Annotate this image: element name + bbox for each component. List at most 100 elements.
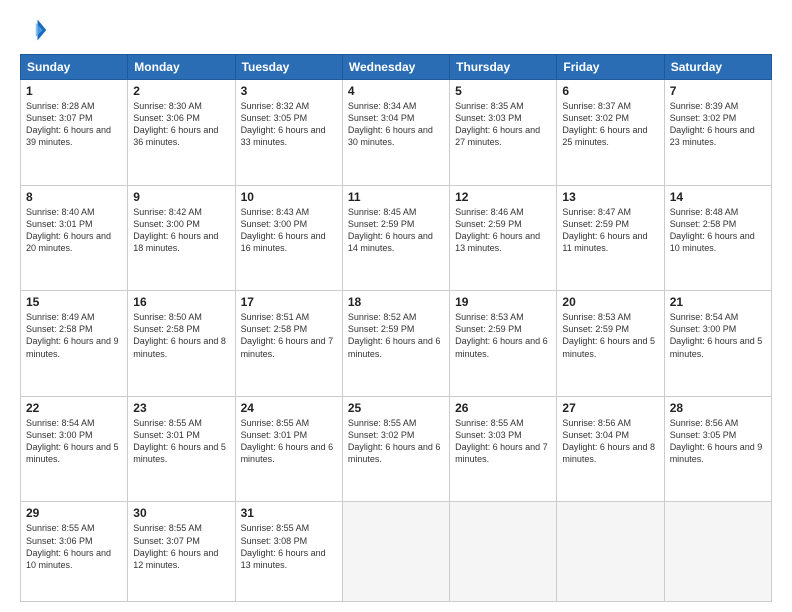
day-info: Sunrise: 8:30 AMSunset: 3:06 PMDaylight:… (133, 101, 218, 147)
day-number: 15 (26, 295, 122, 309)
calendar-day: 9 Sunrise: 8:42 AMSunset: 3:00 PMDayligh… (128, 185, 235, 291)
calendar-weekday: Friday (557, 55, 664, 80)
day-number: 22 (26, 401, 122, 415)
calendar-day: 15 Sunrise: 8:49 AMSunset: 2:58 PMDaylig… (21, 291, 128, 397)
day-number: 1 (26, 84, 122, 98)
calendar-day: 18 Sunrise: 8:52 AMSunset: 2:59 PMDaylig… (342, 291, 449, 397)
day-number: 3 (241, 84, 337, 98)
calendar-day: 20 Sunrise: 8:53 AMSunset: 2:59 PMDaylig… (557, 291, 664, 397)
day-info: Sunrise: 8:54 AMSunset: 3:00 PMDaylight:… (26, 418, 119, 464)
calendar-table: SundayMondayTuesdayWednesdayThursdayFrid… (20, 54, 772, 602)
day-number: 7 (670, 84, 766, 98)
calendar-day: 24 Sunrise: 8:55 AMSunset: 3:01 PMDaylig… (235, 396, 342, 502)
day-info: Sunrise: 8:53 AMSunset: 2:59 PMDaylight:… (455, 312, 548, 358)
calendar-day: 23 Sunrise: 8:55 AMSunset: 3:01 PMDaylig… (128, 396, 235, 502)
calendar-header-row: SundayMondayTuesdayWednesdayThursdayFrid… (21, 55, 772, 80)
calendar-day: 6 Sunrise: 8:37 AMSunset: 3:02 PMDayligh… (557, 80, 664, 186)
day-number: 30 (133, 506, 229, 520)
day-info: Sunrise: 8:52 AMSunset: 2:59 PMDaylight:… (348, 312, 441, 358)
day-info: Sunrise: 8:55 AMSunset: 3:06 PMDaylight:… (26, 523, 111, 569)
day-number: 18 (348, 295, 444, 309)
day-number: 28 (670, 401, 766, 415)
logo-icon (20, 16, 48, 44)
day-info: Sunrise: 8:50 AMSunset: 2:58 PMDaylight:… (133, 312, 226, 358)
logo (20, 16, 50, 44)
calendar-weekday: Sunday (21, 55, 128, 80)
day-info: Sunrise: 8:43 AMSunset: 3:00 PMDaylight:… (241, 207, 326, 253)
calendar-weekday: Wednesday (342, 55, 449, 80)
calendar-day: 17 Sunrise: 8:51 AMSunset: 2:58 PMDaylig… (235, 291, 342, 397)
day-number: 6 (562, 84, 658, 98)
calendar-day: 22 Sunrise: 8:54 AMSunset: 3:00 PMDaylig… (21, 396, 128, 502)
day-info: Sunrise: 8:32 AMSunset: 3:05 PMDaylight:… (241, 101, 326, 147)
calendar-week-row: 29 Sunrise: 8:55 AMSunset: 3:06 PMDaylig… (21, 502, 772, 602)
day-number: 31 (241, 506, 337, 520)
calendar-day: 28 Sunrise: 8:56 AMSunset: 3:05 PMDaylig… (664, 396, 771, 502)
day-number: 2 (133, 84, 229, 98)
calendar-day: 19 Sunrise: 8:53 AMSunset: 2:59 PMDaylig… (450, 291, 557, 397)
day-info: Sunrise: 8:51 AMSunset: 2:58 PMDaylight:… (241, 312, 334, 358)
day-number: 17 (241, 295, 337, 309)
calendar-day: 3 Sunrise: 8:32 AMSunset: 3:05 PMDayligh… (235, 80, 342, 186)
day-number: 13 (562, 190, 658, 204)
calendar-day (664, 502, 771, 602)
day-info: Sunrise: 8:56 AMSunset: 3:04 PMDaylight:… (562, 418, 655, 464)
header (20, 16, 772, 44)
calendar-day: 25 Sunrise: 8:55 AMSunset: 3:02 PMDaylig… (342, 396, 449, 502)
day-info: Sunrise: 8:37 AMSunset: 3:02 PMDaylight:… (562, 101, 647, 147)
calendar-day: 29 Sunrise: 8:55 AMSunset: 3:06 PMDaylig… (21, 502, 128, 602)
day-number: 14 (670, 190, 766, 204)
day-info: Sunrise: 8:54 AMSunset: 3:00 PMDaylight:… (670, 312, 763, 358)
calendar-day: 13 Sunrise: 8:47 AMSunset: 2:59 PMDaylig… (557, 185, 664, 291)
day-number: 23 (133, 401, 229, 415)
page: SundayMondayTuesdayWednesdayThursdayFrid… (0, 0, 792, 612)
day-number: 10 (241, 190, 337, 204)
day-info: Sunrise: 8:48 AMSunset: 2:58 PMDaylight:… (670, 207, 755, 253)
calendar-day: 1 Sunrise: 8:28 AMSunset: 3:07 PMDayligh… (21, 80, 128, 186)
day-number: 26 (455, 401, 551, 415)
day-number: 16 (133, 295, 229, 309)
day-number: 5 (455, 84, 551, 98)
day-number: 8 (26, 190, 122, 204)
calendar-day (557, 502, 664, 602)
day-info: Sunrise: 8:47 AMSunset: 2:59 PMDaylight:… (562, 207, 647, 253)
day-info: Sunrise: 8:55 AMSunset: 3:01 PMDaylight:… (133, 418, 226, 464)
day-info: Sunrise: 8:55 AMSunset: 3:01 PMDaylight:… (241, 418, 334, 464)
calendar-weekday: Tuesday (235, 55, 342, 80)
calendar-day: 2 Sunrise: 8:30 AMSunset: 3:06 PMDayligh… (128, 80, 235, 186)
day-number: 11 (348, 190, 444, 204)
day-info: Sunrise: 8:46 AMSunset: 2:59 PMDaylight:… (455, 207, 540, 253)
calendar-weekday: Thursday (450, 55, 557, 80)
day-number: 4 (348, 84, 444, 98)
calendar-day: 31 Sunrise: 8:55 AMSunset: 3:08 PMDaylig… (235, 502, 342, 602)
calendar-day: 30 Sunrise: 8:55 AMSunset: 3:07 PMDaylig… (128, 502, 235, 602)
day-info: Sunrise: 8:39 AMSunset: 3:02 PMDaylight:… (670, 101, 755, 147)
day-info: Sunrise: 8:42 AMSunset: 3:00 PMDaylight:… (133, 207, 218, 253)
calendar-day: 26 Sunrise: 8:55 AMSunset: 3:03 PMDaylig… (450, 396, 557, 502)
calendar-day: 21 Sunrise: 8:54 AMSunset: 3:00 PMDaylig… (664, 291, 771, 397)
day-number: 29 (26, 506, 122, 520)
day-number: 24 (241, 401, 337, 415)
day-info: Sunrise: 8:28 AMSunset: 3:07 PMDaylight:… (26, 101, 111, 147)
calendar-day (342, 502, 449, 602)
day-number: 9 (133, 190, 229, 204)
day-info: Sunrise: 8:53 AMSunset: 2:59 PMDaylight:… (562, 312, 655, 358)
day-info: Sunrise: 8:55 AMSunset: 3:07 PMDaylight:… (133, 523, 218, 569)
calendar-week-row: 1 Sunrise: 8:28 AMSunset: 3:07 PMDayligh… (21, 80, 772, 186)
calendar-week-row: 22 Sunrise: 8:54 AMSunset: 3:00 PMDaylig… (21, 396, 772, 502)
day-number: 21 (670, 295, 766, 309)
day-info: Sunrise: 8:40 AMSunset: 3:01 PMDaylight:… (26, 207, 111, 253)
day-info: Sunrise: 8:55 AMSunset: 3:02 PMDaylight:… (348, 418, 441, 464)
calendar-weekday: Saturday (664, 55, 771, 80)
day-info: Sunrise: 8:55 AMSunset: 3:03 PMDaylight:… (455, 418, 548, 464)
day-info: Sunrise: 8:34 AMSunset: 3:04 PMDaylight:… (348, 101, 433, 147)
day-info: Sunrise: 8:49 AMSunset: 2:58 PMDaylight:… (26, 312, 119, 358)
day-number: 12 (455, 190, 551, 204)
day-info: Sunrise: 8:55 AMSunset: 3:08 PMDaylight:… (241, 523, 326, 569)
calendar-day: 5 Sunrise: 8:35 AMSunset: 3:03 PMDayligh… (450, 80, 557, 186)
calendar-day: 11 Sunrise: 8:45 AMSunset: 2:59 PMDaylig… (342, 185, 449, 291)
day-info: Sunrise: 8:56 AMSunset: 3:05 PMDaylight:… (670, 418, 763, 464)
calendar-day: 10 Sunrise: 8:43 AMSunset: 3:00 PMDaylig… (235, 185, 342, 291)
calendar-day: 4 Sunrise: 8:34 AMSunset: 3:04 PMDayligh… (342, 80, 449, 186)
day-number: 27 (562, 401, 658, 415)
